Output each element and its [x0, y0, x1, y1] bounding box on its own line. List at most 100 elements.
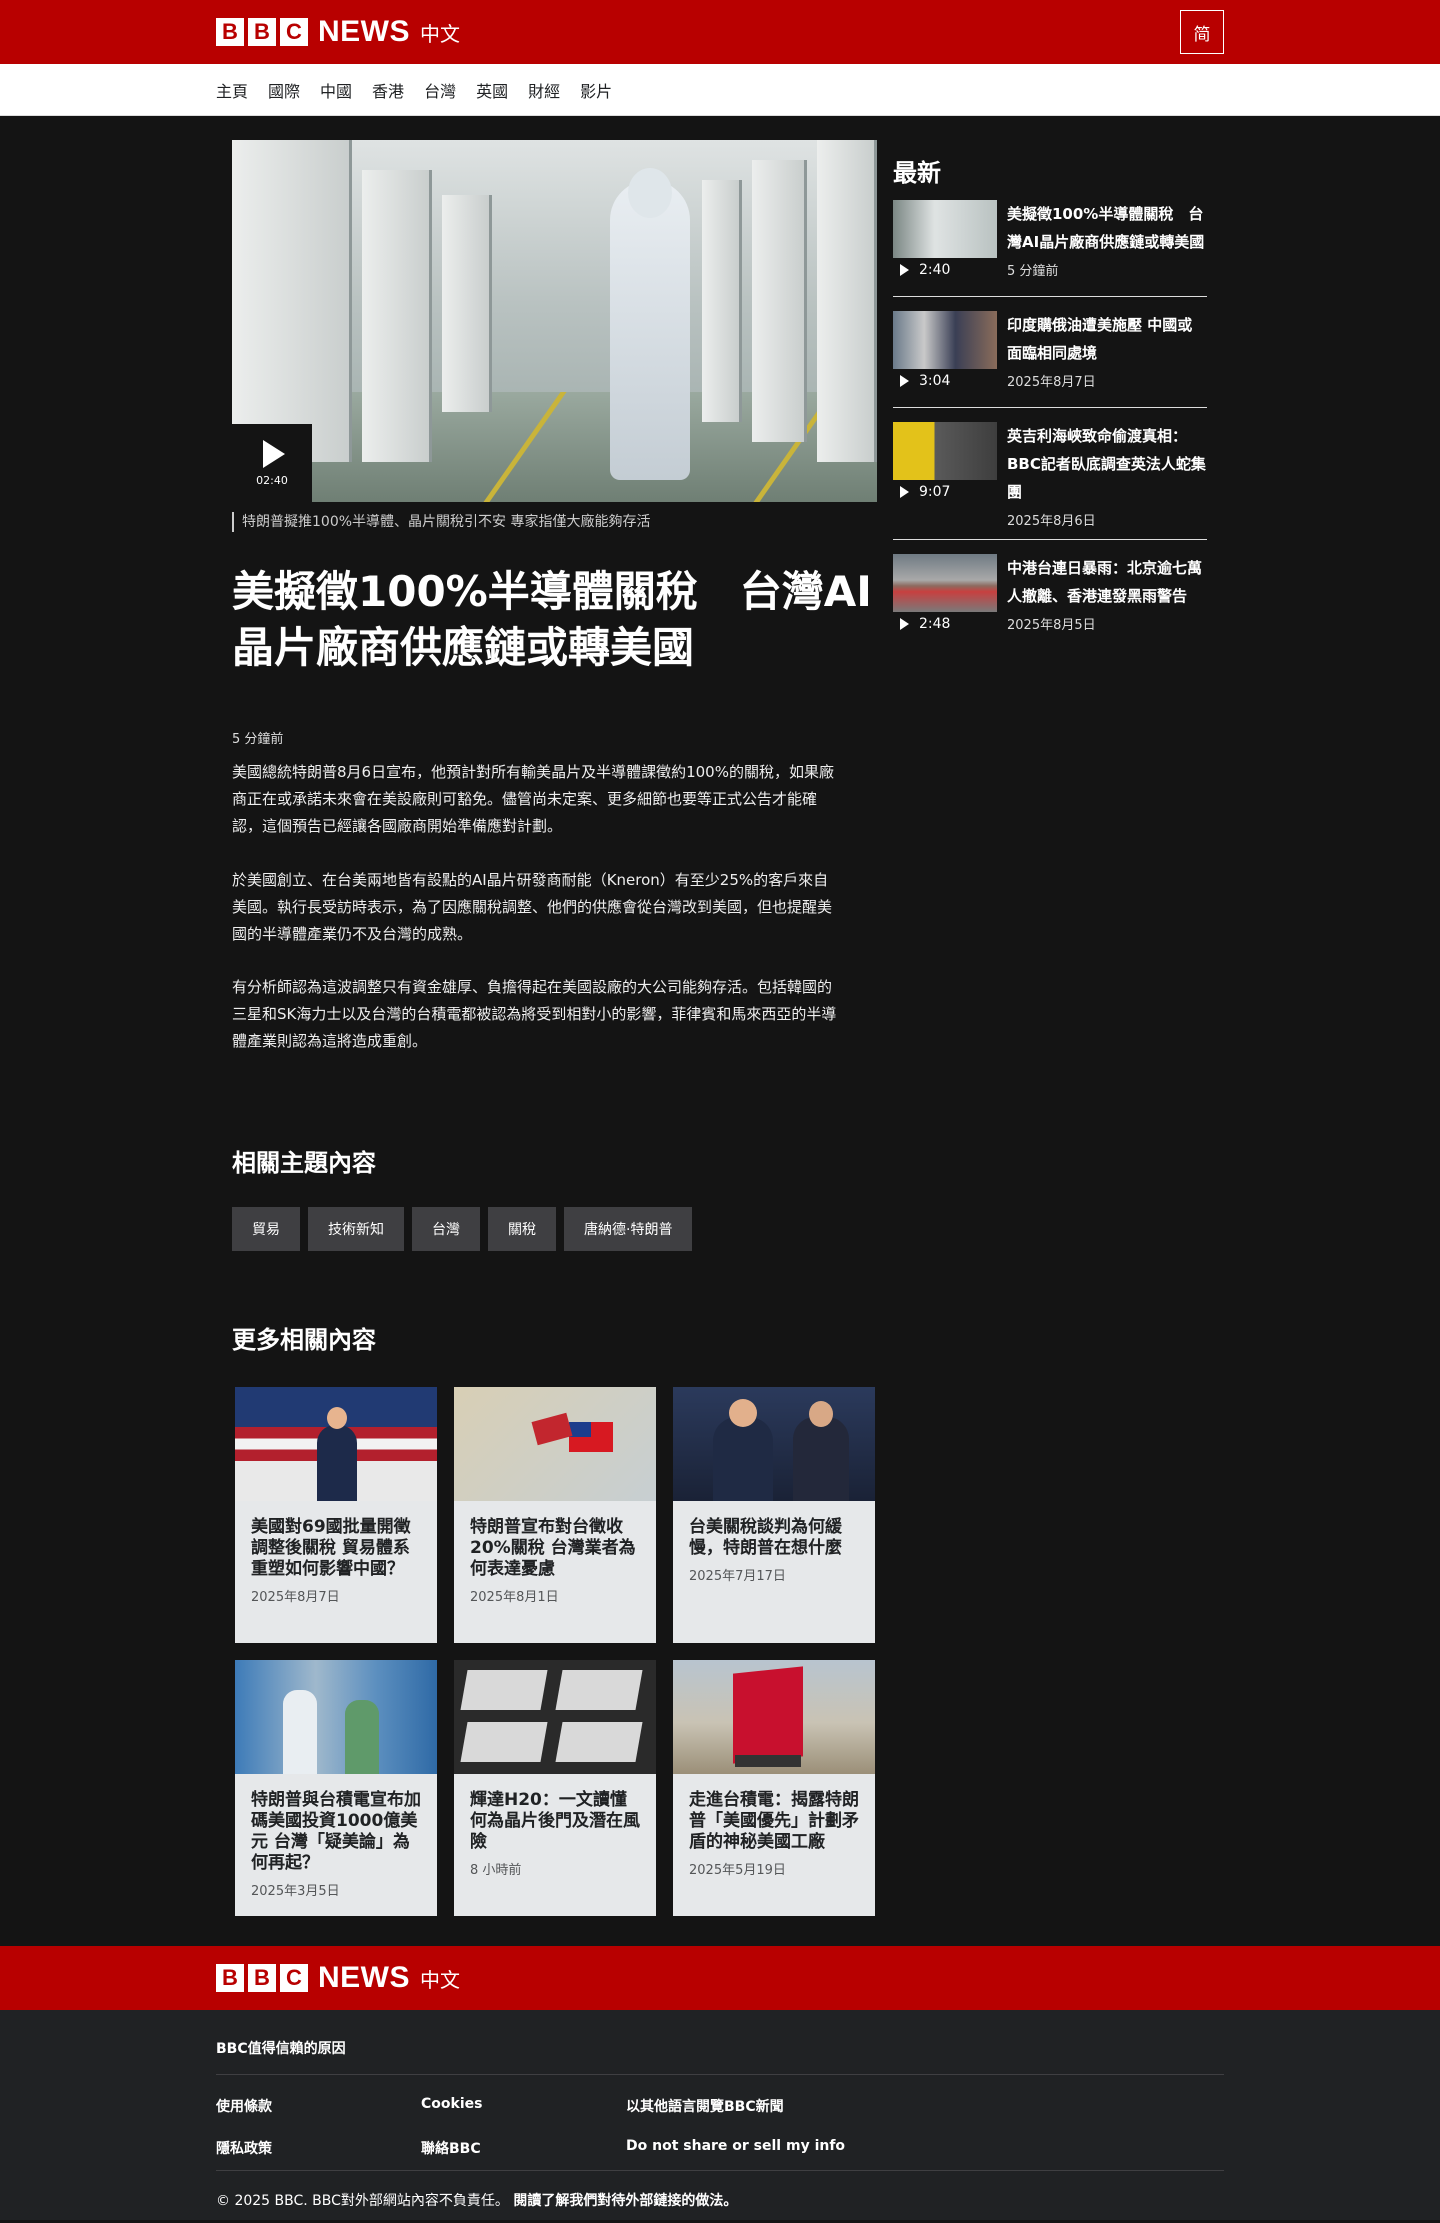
simplified-chinese-toggle[interactable]: 简: [1180, 10, 1224, 54]
latest-thumbnail: [893, 554, 997, 612]
topic-tag[interactable]: 貿易: [232, 1207, 300, 1251]
latest-headline: 美擬徵100%半導體關稅 台灣AI晶片廠商供應鏈或轉美國: [1007, 205, 1205, 251]
story-card-image: [673, 1660, 875, 1774]
nav-item-taiwan[interactable]: 台灣: [424, 78, 456, 102]
chip-box: [460, 1670, 548, 1710]
hero-machine: [442, 195, 492, 412]
copyright-text: © 2025 BBC. BBC對外部網站內容不負責任。: [216, 2193, 509, 2209]
story-card[interactable]: 走進台積電：揭露特朗普「美國優先」計劃矛盾的神秘美國工廠 2025年5月19日: [673, 1660, 875, 1916]
more-content-title: 更多相關內容: [232, 1326, 376, 1354]
figure-silhouette: [345, 1700, 379, 1774]
nav-item-hongkong[interactable]: 香港: [372, 78, 404, 102]
story-card-image: [673, 1387, 875, 1501]
topic-tags: 貿易 技術新知 台灣 關稅 唐納德·特朗普: [232, 1207, 700, 1251]
play-icon: [263, 439, 285, 468]
article-paragraph: 有分析師認為這波調整只有資金雄厚、負擔得起在美國設廠的大公司能夠存活。包括韓國的…: [232, 978, 837, 1050]
story-card-title: 特朗普與台積電宣布加碼美國投資1000億美元 台灣「疑美論」為何再起？: [251, 1790, 421, 1873]
footer-link-other-languages[interactable]: 以其他語言閱覽BBC新聞: [626, 2096, 916, 2116]
article-headline: 美擬徵100%半導體關稅 台灣AI晶片廠商供應鏈或轉美國: [232, 567, 872, 672]
logo-language-text: 中文: [420, 1967, 460, 1992]
chip-box: [555, 1722, 643, 1762]
latest-date: 2025年8月5日: [1007, 618, 1096, 633]
figure-silhouette: [317, 1425, 357, 1501]
story-card[interactable]: 台美關稅談判為何緩慢，特朗普在想什麼 2025年7月17日: [673, 1387, 875, 1643]
related-topics-title: 相關主題內容: [232, 1149, 376, 1177]
nav-item-china[interactable]: 中國: [320, 78, 352, 102]
logo-letter-b1: B: [216, 1964, 244, 1992]
story-card-image: [454, 1660, 656, 1774]
footer-link-terms[interactable]: 使用條款: [216, 2096, 421, 2116]
chip-box: [460, 1722, 548, 1762]
topic-tag[interactable]: 唐納德·特朗普: [564, 1207, 693, 1251]
latest-duration: 9:07: [919, 484, 951, 500]
logo-letter-b2: B: [248, 1964, 276, 1992]
footer-copyright: © 2025 BBC. BBC對外部網站內容不負責任。 閱讀了解我們對待外部鏈接…: [216, 2190, 737, 2210]
story-card-title: 台美關稅談判為何緩慢，特朗普在想什麼: [689, 1517, 842, 1558]
footer-logo[interactable]: B B C NEWS 中文: [216, 1963, 460, 1993]
latest-date: 5 分鐘前: [1007, 264, 1059, 279]
hero-video-image[interactable]: [232, 140, 877, 502]
topic-tag[interactable]: 台灣: [412, 1207, 480, 1251]
nav-item-business[interactable]: 財經: [528, 78, 560, 102]
hero-duration: 02:40: [256, 473, 288, 487]
hero-machine: [232, 140, 352, 462]
figure-silhouette: [793, 1417, 849, 1501]
main-nav: 主頁 國際 中國 香港 台灣 英國 財經 影片: [0, 64, 1440, 116]
latest-list: 2:40 美擬徵100%半導體關稅 台灣AI晶片廠商供應鏈或轉美國 5 分鐘前 …: [893, 200, 1207, 664]
bbc-news-logo[interactable]: B B C NEWS 中文: [216, 17, 460, 47]
figure-head: [809, 1401, 833, 1427]
tsmc-sign-base: [735, 1755, 801, 1767]
latest-thumbnail: [893, 422, 997, 480]
story-card-title: 特朗普宣布對台徵收20%關稅 台灣業者為何表達憂慮: [470, 1517, 636, 1579]
story-card[interactable]: 美國對69國批量開徵調整後關稅 貿易體系重塑如何影響中國？ 2025年8月7日: [235, 1387, 437, 1643]
external-links-policy-link[interactable]: 閱讀了解我們對待外部鏈接的做法。: [513, 2193, 737, 2209]
nav-item-uk[interactable]: 英國: [476, 78, 508, 102]
figure-head: [327, 1407, 347, 1429]
latest-item[interactable]: 3:04 印度購俄油遭美施壓 中國或面臨相同處境 2025年8月7日: [893, 311, 1207, 408]
story-card-date: 2025年5月19日: [689, 1863, 786, 1878]
topic-tag[interactable]: 關稅: [488, 1207, 556, 1251]
hero-play-button[interactable]: 02:40: [232, 424, 312, 502]
nav-item-home[interactable]: 主頁: [216, 78, 248, 102]
story-card[interactable]: 特朗普與台積電宣布加碼美國投資1000億美元 台灣「疑美論」為何再起？ 2025…: [235, 1660, 437, 1916]
article-timestamp: 5 分鐘前: [232, 732, 284, 747]
logo-news-text: NEWS: [318, 1961, 410, 1994]
logo-letter-c: C: [280, 1964, 308, 1992]
story-card-date: 8 小時前: [470, 1863, 522, 1878]
story-card-title: 走進台積電：揭露特朗普「美國優先」計劃矛盾的神秘美國工廠: [689, 1790, 859, 1852]
story-card-date: 2025年7月17日: [689, 1569, 786, 1584]
nav-item-world[interactable]: 國際: [268, 78, 300, 102]
latest-thumbnail: [893, 200, 997, 258]
footer-trust-link[interactable]: BBC值得信賴的原因: [216, 2038, 346, 2058]
story-card[interactable]: 輝達H20：一文讀懂何為晶片後門及潛在風險 8 小時前: [454, 1660, 656, 1916]
footer-link-do-not-sell[interactable]: Do not share or sell my info: [626, 2138, 916, 2158]
more-content-grid: 美國對69國批量開徵調整後關稅 貿易體系重塑如何影響中國？ 2025年8月7日 …: [235, 1387, 875, 1916]
footer-link-cookies[interactable]: Cookies: [421, 2096, 626, 2116]
latest-item[interactable]: 9:07 英吉利海峽致命偷渡真相：BBC記者臥底調查英法人蛇集團 2025年8月…: [893, 422, 1207, 540]
footer-divider: [216, 2170, 1224, 2171]
nav-item-video[interactable]: 影片: [580, 78, 612, 102]
footer-link-privacy[interactable]: 隱私政策: [216, 2138, 421, 2158]
flag-usa: [531, 1412, 573, 1446]
latest-thumbnail: [893, 311, 997, 369]
figure-silhouette: [283, 1690, 317, 1774]
latest-item[interactable]: 2:40 美擬徵100%半導體關稅 台灣AI晶片廠商供應鏈或轉美國 5 分鐘前: [893, 200, 1207, 297]
article-paragraph: 於美國創立、在台美兩地皆有設點的AI晶片研發商耐能（Kneron）有至少25%的…: [232, 871, 833, 943]
latest-headline: 英吉利海峽致命偷渡真相：BBC記者臥底調查英法人蛇集團: [1007, 427, 1206, 501]
topic-tag[interactable]: 技術新知: [308, 1207, 404, 1251]
logo-letter-c: C: [280, 18, 308, 46]
hero-machine: [362, 170, 432, 462]
hero-worker-head: [628, 168, 672, 218]
latest-duration: 2:48: [919, 616, 951, 632]
article-paragraph: 美國總統特朗普8月6日宣布，他預計對所有輸美晶片及半導體課徵約100%的關稅，如…: [232, 763, 834, 835]
story-card-image: [235, 1387, 437, 1501]
chip-box: [555, 1670, 643, 1710]
story-card[interactable]: 特朗普宣布對台徵收20%關稅 台灣業者為何表達憂慮 2025年8月1日: [454, 1387, 656, 1643]
footer-link-contact[interactable]: 聯絡BBC: [421, 2138, 626, 2158]
latest-item[interactable]: 2:48 中港台連日暴雨：北京逾七萬人撤離、香港連發黑雨警告 2025年8月5日: [893, 554, 1207, 650]
story-card-title: 輝達H20：一文讀懂何為晶片後門及潛在風險: [470, 1790, 640, 1852]
latest-title: 最新: [893, 159, 941, 187]
hero-machine: [752, 160, 807, 442]
main-content: 02:40 特朗普擬推100%半導體、晶片關稅引不安 專家指僅大廠能夠存活 美擬…: [0, 116, 1440, 1946]
play-icon: [900, 486, 909, 498]
